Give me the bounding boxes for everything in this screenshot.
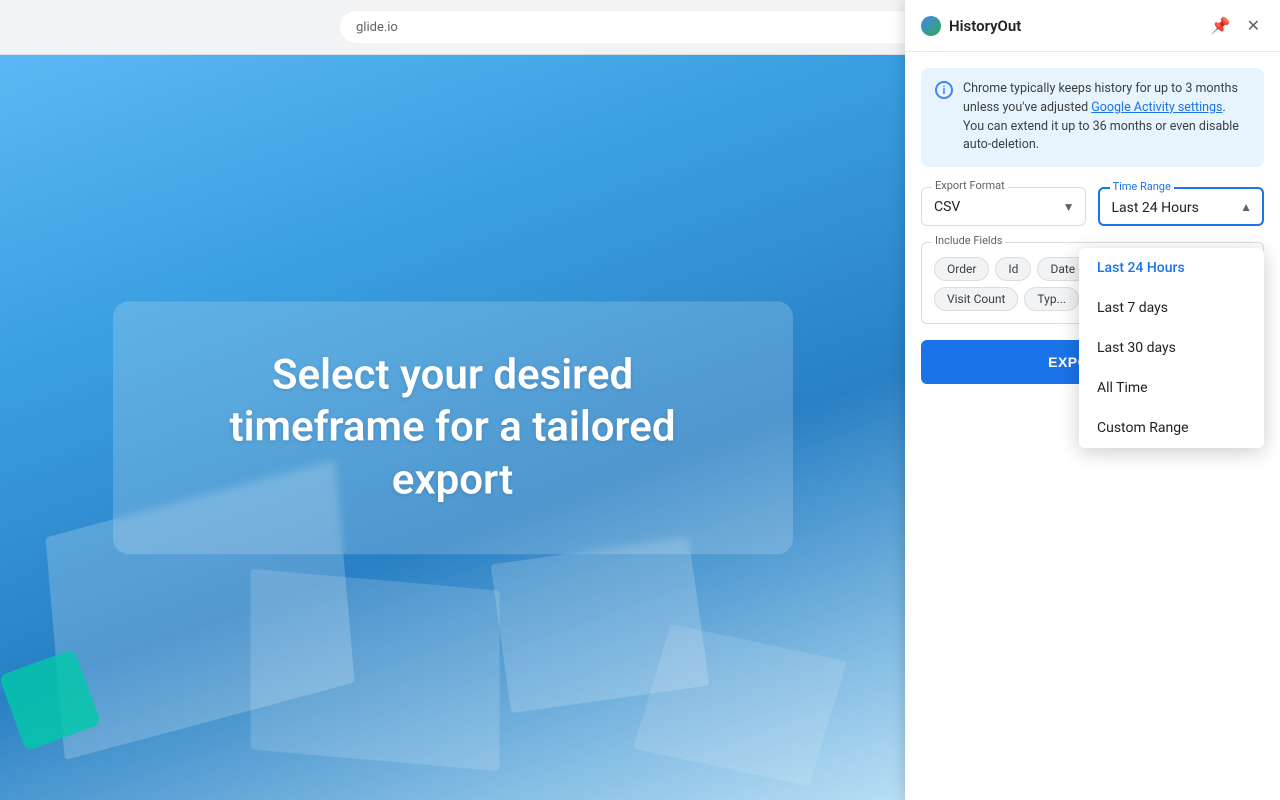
shape-2 bbox=[250, 569, 499, 771]
pin-button[interactable]: 📌 bbox=[1207, 12, 1235, 39]
time-range-label: Time Range bbox=[1110, 180, 1174, 193]
info-text: Chrome typically keeps history for up to… bbox=[963, 80, 1250, 155]
dropdown-option[interactable]: Last 7 days bbox=[1079, 288, 1264, 328]
field-chip[interactable]: Visit Count bbox=[934, 287, 1018, 311]
panel-title: HistoryOut bbox=[949, 17, 1199, 35]
export-format-field[interactable]: Export Format CSV ▼ bbox=[921, 187, 1086, 226]
export-format-arrow: ▼ bbox=[1063, 200, 1075, 214]
dropdown-option[interactable]: Last 30 days bbox=[1079, 328, 1264, 368]
info-icon: i bbox=[935, 81, 953, 99]
time-range-arrow: ▲ bbox=[1240, 200, 1252, 214]
field-chip[interactable]: Order bbox=[934, 257, 989, 281]
main-content: Select your desired timeframe for a tail… bbox=[0, 55, 905, 800]
close-button[interactable]: ✕ bbox=[1243, 12, 1264, 39]
export-format-value: CSV bbox=[934, 197, 960, 215]
side-panel: HistoryOut 📌 ✕ i Chrome typically keeps … bbox=[905, 0, 1280, 800]
time-range-dropdown: Last 24 HoursLast 7 daysLast 30 daysAll … bbox=[1079, 248, 1264, 448]
shape-4 bbox=[633, 624, 847, 786]
include-fields-label: Include Fields bbox=[932, 234, 1005, 247]
info-box: i Chrome typically keeps history for up … bbox=[921, 68, 1264, 167]
time-range-field[interactable]: Time Range Last 24 Hours ▲ bbox=[1098, 187, 1265, 226]
format-time-row: Export Format CSV ▼ Time Range Last 24 H… bbox=[921, 187, 1264, 226]
field-chip[interactable]: Typ... bbox=[1024, 287, 1079, 311]
activity-settings-link[interactable]: Google Activity settings bbox=[1091, 100, 1222, 115]
address-bar[interactable]: glide.io bbox=[340, 11, 940, 43]
time-range-value: Last 24 Hours bbox=[1112, 198, 1199, 216]
dropdown-option[interactable]: Last 24 Hours bbox=[1079, 248, 1264, 288]
dropdown-option[interactable]: All Time bbox=[1079, 368, 1264, 408]
dropdown-option[interactable]: Custom Range bbox=[1079, 408, 1264, 448]
panel-header: HistoryOut 📌 ✕ bbox=[905, 0, 1280, 52]
field-chip[interactable]: Id bbox=[995, 257, 1031, 281]
hero-box: Select your desired timeframe for a tail… bbox=[113, 301, 793, 555]
export-format-label: Export Format bbox=[932, 179, 1008, 192]
hero-text: Select your desired timeframe for a tail… bbox=[173, 349, 733, 507]
address-text: glide.io bbox=[356, 20, 398, 35]
panel-logo bbox=[921, 16, 941, 36]
